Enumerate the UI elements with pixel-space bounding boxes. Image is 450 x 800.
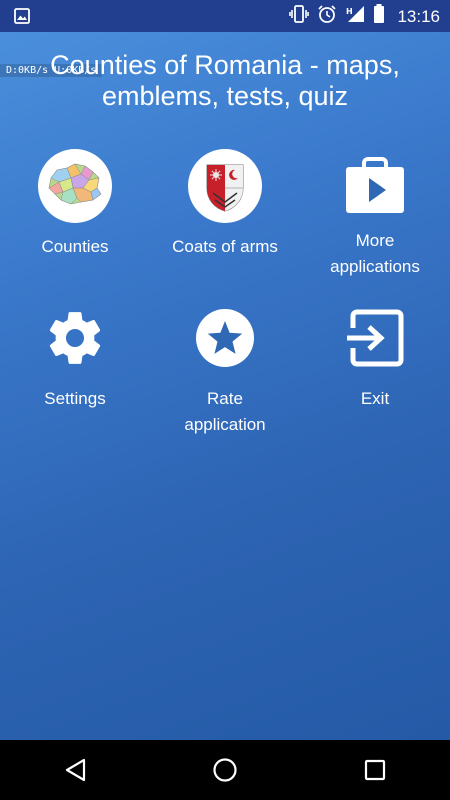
status-bar: H 13:16 [0, 0, 450, 32]
main-screen: D:0KB/s U:0KB/s Counties of Romania - ma… [0, 32, 450, 740]
play-store-bag-icon [337, 148, 413, 224]
recents-icon[interactable] [345, 740, 405, 800]
alarm-icon [317, 4, 337, 29]
tile-label-rate: Rate [207, 389, 243, 408]
navigation-bar [0, 740, 450, 800]
home-icon[interactable] [195, 740, 255, 800]
back-icon[interactable] [45, 740, 105, 800]
title-line-1: Counties of Romania - maps, [50, 50, 400, 80]
tile-label-more: More [355, 231, 395, 250]
tile-label-application: application [184, 415, 266, 434]
exit-icon [337, 300, 413, 376]
signal-h-icon: H [345, 5, 365, 28]
more-applications-button[interactable]: More applications [300, 148, 450, 280]
tile-label-settings: Settings [44, 389, 106, 408]
clock: 13:16 [397, 6, 440, 26]
battery-icon [373, 4, 385, 29]
svg-text:H: H [346, 7, 353, 16]
settings-button[interactable]: Settings [0, 300, 150, 412]
tile-label-exit: Exit [360, 389, 390, 408]
coats-of-arms-button[interactable]: Coats of arms [150, 148, 300, 260]
tile-label-applications: applications [330, 257, 420, 276]
gear-icon [37, 300, 113, 376]
tile-label-coats-of-arms: Coats of arms [172, 237, 278, 256]
image-notification-icon [14, 8, 30, 29]
coat-of-arms-icon [187, 148, 263, 224]
star-icon [187, 300, 263, 376]
page-title: Counties of Romania - maps, emblems, tes… [0, 50, 450, 112]
exit-button[interactable]: Exit [300, 300, 450, 412]
title-line-2: emblems, tests, quiz [101, 81, 349, 111]
vibrate-icon [289, 5, 310, 28]
romania-map-icon [37, 148, 113, 224]
rate-application-button[interactable]: Rate application [150, 300, 300, 438]
counties-button[interactable]: Counties [0, 148, 150, 260]
tile-label-rate-application: Rate application [150, 386, 300, 438]
tile-label-counties: Counties [41, 237, 109, 256]
tile-label-more-applications: More applications [300, 228, 450, 280]
